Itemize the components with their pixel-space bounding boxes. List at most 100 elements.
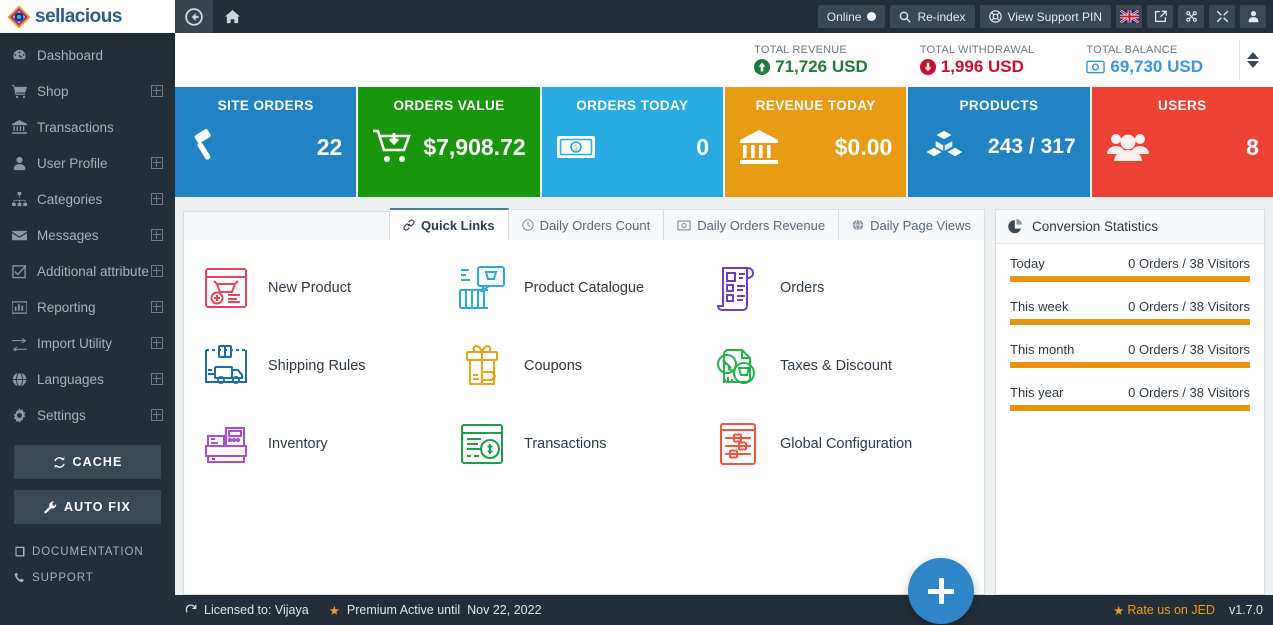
brand-logo[interactable]: sellacious xyxy=(0,0,175,33)
summary-value: 69,730 USD xyxy=(1110,56,1203,76)
kpi-value: 8 xyxy=(1246,133,1259,160)
tab-daily-orders-revenue[interactable]: Daily Orders Revenue xyxy=(664,209,840,241)
conversion-row-value: 0 Orders / 38 Visitors xyxy=(1128,385,1250,400)
globe-icon xyxy=(852,219,864,231)
cache-button[interactable]: CACHE xyxy=(14,445,161,479)
sidebar-item-label: User Profile xyxy=(37,155,108,171)
kpi-tiles: SITE ORDERS 22 ORDERS VALUE $7,908.72 OR… xyxy=(175,87,1273,197)
exchange-icon xyxy=(12,336,32,351)
globe-icon xyxy=(12,371,32,387)
quick-link-new-product[interactable]: New Product xyxy=(200,262,456,314)
tab-bar: Quick Links Daily Orders Count Daily Ord… xyxy=(183,208,985,241)
quick-link-inventory[interactable]: Inventory xyxy=(200,418,456,470)
expand-icon[interactable] xyxy=(151,373,163,385)
user-icon[interactable] xyxy=(1240,5,1266,28)
quick-link-coupons[interactable]: Coupons xyxy=(456,340,712,392)
expand-icon[interactable] xyxy=(1209,5,1235,28)
add-new-fab-button[interactable] xyxy=(908,558,974,624)
support-pin-label: View Support PIN xyxy=(1007,9,1103,24)
back-icon[interactable] xyxy=(175,0,213,33)
sidebar-item-messages[interactable]: Messages xyxy=(0,217,175,253)
reindex-button[interactable]: Re-index xyxy=(890,5,975,28)
view-support-pin-button[interactable]: View Support PIN xyxy=(979,5,1111,28)
conversion-row: This month 0 Orders / 38 Visitors xyxy=(1010,342,1250,368)
kpi-body: $7,908.72 xyxy=(372,113,526,197)
joomla-icon[interactable] xyxy=(1178,5,1204,28)
rate-us-on-jed-link[interactable]: ★ Rate us on JED xyxy=(1113,603,1215,618)
brand-name: sellacious xyxy=(35,5,122,27)
quick-link-global-configuration[interactable]: Global Configuration xyxy=(712,418,968,470)
kpi-revenue-today[interactable]: REVENUE TODAY $0.00 xyxy=(724,87,907,197)
kpi-value: 0 xyxy=(696,133,709,160)
expand-icon[interactable] xyxy=(151,85,163,97)
kpi-users[interactable]: USERS 8 xyxy=(1091,87,1273,197)
app-root: sellacious Dashboard Shop Transactions U… xyxy=(0,0,1273,625)
kpi-title: PRODUCTS xyxy=(959,98,1039,113)
sidebar-item-label: Additional attribute xyxy=(37,263,149,279)
conversion-progress-fill xyxy=(1010,276,1250,282)
sidebar-item-settings[interactable]: Settings xyxy=(0,397,175,433)
kpi-site-orders[interactable]: SITE ORDERS 22 xyxy=(175,87,357,197)
tab-daily-page-views[interactable]: Daily Page Views xyxy=(839,209,985,241)
quick-link-transactions[interactable]: Transactions xyxy=(456,418,712,470)
auto-fix-button[interactable]: AUTO FIX xyxy=(14,490,161,524)
topbar-actions: Online Re-index View Support PIN xyxy=(817,5,1273,28)
summary-value-wrap: 69,730 USD xyxy=(1086,57,1203,77)
quick-link-label: Transactions xyxy=(524,436,607,452)
online-status-button[interactable]: Online xyxy=(817,5,886,28)
quick-link-orders[interactable]: Orders xyxy=(712,262,968,314)
sidebar-item-languages[interactable]: Languages xyxy=(0,361,175,397)
documentation-link[interactable]: DOCUMENTATION xyxy=(14,539,161,565)
home-icon[interactable] xyxy=(213,0,251,33)
arrow-up-circle-icon xyxy=(754,58,771,75)
expand-icon[interactable] xyxy=(151,337,163,349)
sidebar-item-categories[interactable]: Categories xyxy=(0,181,175,217)
summary-total-revenue: TOTAL REVENUE 71,726 USD xyxy=(728,44,894,77)
lifebuoy-icon xyxy=(988,10,1002,23)
footer-left: Licensed to: Vijaya ★ Premium Active unt… xyxy=(185,603,542,618)
money-icon xyxy=(677,220,691,231)
sidebar-item-dashboard[interactable]: Dashboard xyxy=(0,37,175,73)
kpi-body: 8 xyxy=(1106,113,1259,197)
sidebar-item-import-utility[interactable]: Import Utility xyxy=(0,325,175,361)
summary-sort-toggle[interactable] xyxy=(1239,40,1265,80)
sidebar-nav: Dashboard Shop Transactions User Profile… xyxy=(0,33,175,433)
premium-date: Nov 22, 2022 xyxy=(467,603,542,617)
sidebar-item-shop[interactable]: Shop xyxy=(0,73,175,109)
summary-value: 71,726 USD xyxy=(775,56,868,76)
tab-daily-orders-count[interactable]: Daily Orders Count xyxy=(508,209,665,241)
tab-quick-links[interactable]: Quick Links xyxy=(389,208,509,241)
kpi-title: USERS xyxy=(1158,98,1207,113)
expand-icon[interactable] xyxy=(151,409,163,421)
topbar: Online Re-index View Support PIN xyxy=(175,0,1273,33)
sidebar-item-label: Settings xyxy=(37,407,86,423)
expand-icon[interactable] xyxy=(151,229,163,241)
expand-icon[interactable] xyxy=(151,157,163,169)
expand-icon[interactable] xyxy=(151,301,163,313)
support-label: SUPPORT xyxy=(32,572,94,584)
sidebar-item-label: Messages xyxy=(37,227,99,243)
external-link-icon[interactable] xyxy=(1147,5,1173,28)
quick-link-taxes-discount[interactable]: Taxes & Discount xyxy=(712,340,968,392)
kpi-products[interactable]: PRODUCTS 243 / 317 xyxy=(908,87,1090,197)
kpi-orders-today[interactable]: ORDERS TODAY 1 0 xyxy=(541,87,723,197)
conversion-progress-track xyxy=(1010,405,1250,411)
quick-link-label: Shipping Rules xyxy=(268,358,366,374)
tab-label: Daily Orders Count xyxy=(539,217,651,233)
uk-flag-icon[interactable] xyxy=(1116,5,1142,28)
quick-link-product-catalogue[interactable]: Product Catalogue xyxy=(456,262,712,314)
conversion-row-top: This month 0 Orders / 38 Visitors xyxy=(1010,342,1250,357)
sidebar-item-user-profile[interactable]: User Profile xyxy=(0,145,175,181)
quick-link-shipping-rules[interactable]: Shipping Rules xyxy=(200,340,456,392)
sidebar-item-transactions[interactable]: Transactions xyxy=(0,109,175,145)
expand-icon[interactable] xyxy=(151,193,163,205)
premium-label: Premium Active until xyxy=(346,603,461,617)
summary-title: TOTAL REVENUE xyxy=(754,43,847,56)
support-link[interactable]: SUPPORT xyxy=(14,565,161,591)
tab-label: Quick Links xyxy=(420,217,495,233)
expand-icon[interactable] xyxy=(151,265,163,277)
sidebar-item-additional-attribute[interactable]: Additional attribute xyxy=(0,253,175,289)
conversion-card-title: Conversion Statistics xyxy=(1032,219,1159,234)
sidebar-item-reporting[interactable]: Reporting xyxy=(0,289,175,325)
kpi-orders-value[interactable]: ORDERS VALUE $7,908.72 xyxy=(358,87,540,197)
